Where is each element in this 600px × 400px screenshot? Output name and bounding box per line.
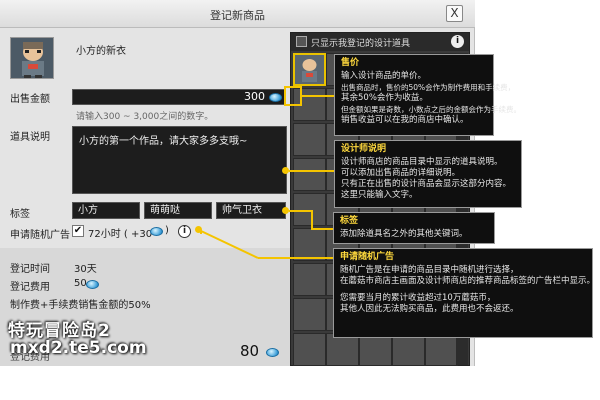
dialog-title: 登记新商品: [210, 9, 265, 22]
tooltip-line: 出售商品时，售价的50%会作为制作费用和手续费，: [341, 83, 516, 92]
info-icon[interactable]: i: [178, 225, 191, 238]
grid-slot-selected[interactable]: [293, 53, 326, 86]
grid-slot[interactable]: [293, 123, 326, 156]
tooltip-line: 但金额如果是奇数，小数点之后的金额会作为手续费。: [341, 105, 521, 114]
grid-slot[interactable]: [293, 333, 326, 366]
tooltip-title: 申请随机广告: [340, 252, 395, 262]
random-ad-paren: ): [165, 225, 169, 236]
total-fee-value: 80: [240, 342, 260, 360]
item-thumbnail-icon: [295, 55, 324, 84]
price-value: 300: [244, 90, 265, 103]
tooltip-title: 售价: [341, 58, 360, 68]
tooltip-line: 其他人因此无法购买商品，此费用也不会返还。: [340, 304, 519, 314]
dialog-titlebar: 登记新商品 X: [0, 0, 475, 28]
coin-icon: [269, 93, 282, 102]
tooltip-line: 只有正在出售的设计商品会显示这部分内容。: [341, 179, 512, 189]
tag-tooltip: 标签 添加除道具名之外的其他关键词。: [333, 212, 495, 244]
tooltip-line: 可以添加出售商品的详细说明。: [341, 168, 461, 178]
registration-time-value: 30天: [74, 264, 97, 275]
grid-slot[interactable]: [293, 298, 326, 331]
random-ad-duration: 72小时 ( +30: [88, 229, 153, 240]
description-tooltip: 设计师说明 设计师商店的商品目录中显示的道具说明。 可以添加出售商品的详细说明。…: [334, 140, 522, 208]
price-highlight: [284, 86, 302, 106]
tag-connector-v: [311, 210, 313, 230]
tag-label: 标签: [10, 209, 30, 220]
tooltip-title: 标签: [340, 216, 359, 226]
random-ad-label: 申请随机广告: [10, 230, 70, 241]
price-connector: [302, 95, 334, 97]
fee-note: 制作费+手续费销售金额的50%: [10, 300, 151, 311]
tag-input-1[interactable]: 小方: [72, 202, 140, 219]
close-button[interactable]: X: [446, 5, 463, 22]
grid-slot[interactable]: [293, 158, 326, 191]
price-input[interactable]: 300: [72, 89, 286, 105]
tooltip-line: 随机广告是在申请的商品目录中随机进行选择，: [340, 265, 519, 275]
description-dot: [282, 167, 289, 174]
registration-fee-value: 50: [74, 278, 87, 289]
tooltip-line: 输入设计商品的单价。: [341, 71, 427, 81]
registration-time-label: 登记时间: [10, 264, 50, 275]
info-icon[interactable]: i: [451, 35, 464, 48]
tooltip-line: 这里只能输入文字。: [341, 190, 418, 200]
coin-icon: [150, 227, 163, 236]
watermark-url: mxd2.te5.com: [10, 338, 147, 358]
tag-input-3[interactable]: 帅气卫衣: [216, 202, 286, 219]
tag-dot: [282, 207, 289, 214]
random-ad-tooltip: 申请随机广告 随机广告是在申请的商品目录中随机进行选择， 在蘑菇市商店主画面及设…: [333, 248, 596, 338]
random-ad-checkbox[interactable]: ✔: [72, 225, 84, 237]
price-hint: 请输入300 ~ 3,000之间的数字。: [76, 112, 214, 122]
show-mine-label: 只显示我登记的设计道具: [311, 39, 411, 49]
coin-icon: [86, 280, 99, 289]
tooltip-line: 您需要当月的累计收益超过10万蘑菇币，: [340, 293, 496, 303]
tooltip-line: 销售收益可以在我的商店中确认。: [341, 115, 469, 125]
tooltip-line: 其余50%会作为收益。: [341, 93, 428, 103]
tag-connector: [289, 210, 313, 212]
coin-icon: [266, 348, 279, 357]
grid-header: 只显示我登记的设计道具 i: [291, 33, 469, 51]
description-connector: [289, 170, 334, 172]
description-textarea[interactable]: 小方的第一个作品，请大家多多支哦~: [72, 126, 287, 194]
tooltip-line: 添加除道具名之外的其他关键词。: [340, 229, 468, 239]
tooltip-line: 设计师商店的商品目录中显示的道具说明。: [341, 157, 503, 167]
tooltip-line: 在蘑菇市商店主画面及设计师商店的推荐商品标签的广告栏中显示。: [340, 276, 596, 286]
item-preview-avatar: [10, 37, 54, 79]
tooltip-title: 设计师说明: [341, 144, 387, 154]
item-name: 小方的新衣: [76, 46, 126, 57]
description-label: 道具说明: [10, 132, 50, 143]
tag-input-2[interactable]: 萌萌哒: [144, 202, 212, 219]
ad-connector: [200, 230, 336, 259]
price-tooltip: 售价 输入设计商品的单价。 出售商品时，售价的50%会作为制作费用和手续费， 其…: [334, 54, 521, 136]
price-label: 出售金额: [10, 94, 50, 105]
registration-fee-label: 登记费用: [10, 282, 50, 293]
show-mine-checkbox[interactable]: [296, 36, 307, 47]
